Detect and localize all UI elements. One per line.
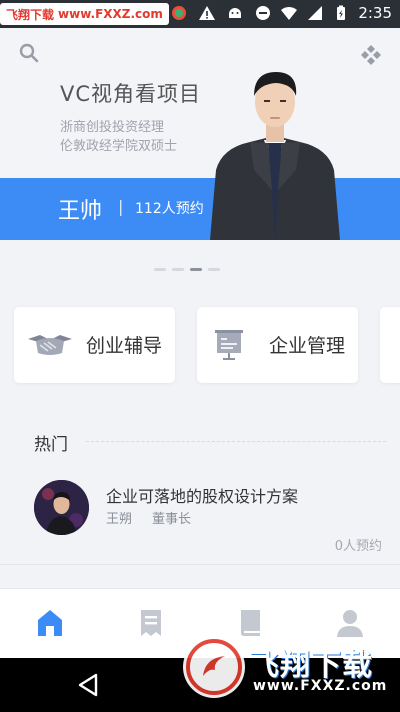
list-item-next [0, 564, 400, 588]
watermark-url: www.FXXZ.com [253, 678, 388, 694]
course-title: 企业可落地的股权设计方案 [106, 487, 299, 506]
notification-icons [170, 4, 244, 22]
booking-count: 0人预约 [334, 539, 382, 554]
category-card-startup-coaching[interactable]: 创业辅导 [14, 307, 175, 383]
hero-title: VC视角看项目 [60, 82, 202, 106]
teacher-role: 董事长 [152, 512, 192, 527]
section-title-hot: 热门 [34, 435, 68, 455]
hero-banner[interactable]: VC视角看项目 浙商创投投资经理 伦敦政经学院双硕士 王帅 | 112人预约 [0, 28, 400, 240]
category-cards: 创业辅导 企业管理 [14, 307, 400, 383]
category-grid-icon[interactable] [360, 44, 382, 66]
carousel-dot[interactable] [154, 268, 166, 271]
avatar [34, 480, 89, 535]
hero-subtitle-2: 伦敦政经学院双硕士 [60, 139, 178, 154]
carousel-dot[interactable] [172, 268, 184, 271]
watermark-logo: 飞翔下载 www.FXXZ.com [183, 636, 388, 698]
category-label: 创业辅导 [86, 335, 163, 357]
status-bar: 飞翔下载 www.FXXZ.com 2:35 [0, 0, 400, 28]
hero-info-band: 王帅 | 112人预约 [0, 178, 400, 240]
watermark-logo-emblem [183, 636, 245, 698]
booking-count: 112人预约 [135, 201, 204, 217]
watermark-badge: 飞翔下载 www.FXXZ.com [0, 3, 169, 25]
book-icon[interactable] [236, 607, 266, 639]
category-card-more[interactable] [380, 307, 400, 383]
handshake-icon [28, 335, 72, 355]
search-icon[interactable] [18, 42, 40, 64]
app-notification-icon [172, 6, 186, 20]
speaker-photo [210, 72, 340, 240]
system-tray: 2:35 [254, 4, 392, 22]
home-icon[interactable] [35, 607, 65, 639]
dnd-icon [256, 6, 271, 20]
carousel-dot-active[interactable] [190, 268, 202, 271]
signal-icon [308, 6, 323, 20]
carousel-indicator[interactable] [154, 268, 220, 271]
user-icon[interactable] [335, 607, 365, 639]
back-icon[interactable] [76, 672, 100, 698]
speaker-name: 王帅 [58, 199, 103, 224]
hero-subtitle-1: 浙商创投投资经理 [60, 120, 165, 135]
separator: | [118, 197, 124, 216]
wifi-icon [281, 6, 298, 20]
carousel-dot[interactable] [208, 268, 220, 271]
watermark-badge-site-name: 飞翔下载 [6, 7, 55, 22]
battery-icon [337, 5, 346, 20]
warning-icon [199, 6, 215, 20]
category-label: 企业管理 [269, 335, 346, 357]
android-icon [229, 8, 241, 18]
teacher-name: 王朔 [106, 512, 133, 527]
presentation-icon [215, 330, 243, 360]
watermark-badge-url: www.FXXZ.com [58, 7, 163, 21]
receipt-icon[interactable] [136, 607, 166, 639]
list-item[interactable]: 企业可落地的股权设计方案 王朔 董事长 0人预约 [0, 470, 400, 560]
clock: 2:35 [358, 4, 392, 22]
divider [86, 441, 386, 442]
category-card-business-management[interactable]: 企业管理 [197, 307, 358, 383]
